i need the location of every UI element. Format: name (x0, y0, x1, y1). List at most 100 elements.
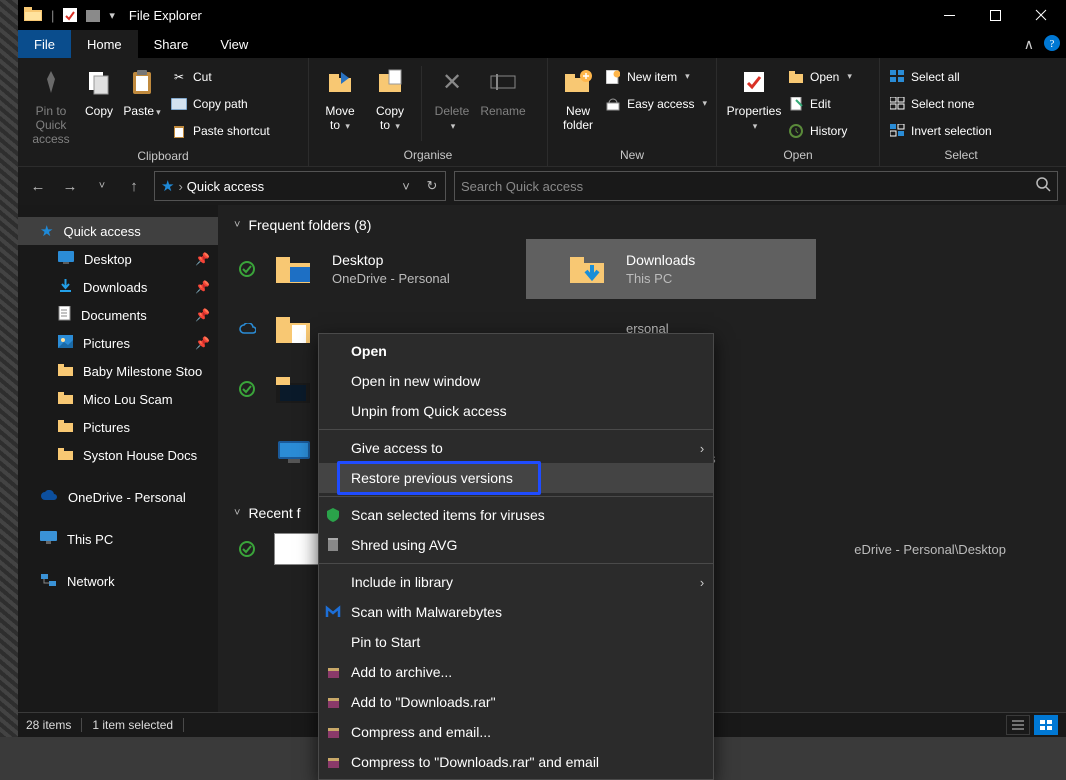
easy-access-button[interactable]: Easy access▾ (602, 91, 710, 116)
ribbon-group-open: Properties▾ Open▾ Edit History (717, 58, 880, 166)
status-item-count: 28 items (26, 718, 71, 732)
tab-file[interactable]: File (18, 30, 71, 58)
sidebar-item-desktop[interactable]: Desktop 📌 (18, 245, 218, 273)
sidebar-item-pictures-2[interactable]: Pictures (18, 413, 218, 441)
quick-access-icon: ★ (161, 177, 174, 195)
chevron-down-icon: ˅ (234, 219, 240, 231)
address-bar[interactable]: ★ › Quick access ˅ ↻ (154, 171, 446, 201)
details-view-button[interactable] (1006, 715, 1030, 735)
ctx-compress-rar-and-email[interactable]: Compress to "Downloads.rar" and email (319, 747, 713, 777)
ctx-compress-and-email[interactable]: Compress and email... (319, 717, 713, 747)
sidebar-item-downloads[interactable]: Downloads 📌 (18, 273, 218, 301)
pin-icon: 📌 (195, 252, 210, 266)
sidebar-item-network[interactable]: Network (18, 567, 218, 595)
paste-button[interactable]: Paste▾ (120, 62, 164, 118)
move-to-button[interactable]: Moveto ▾ (315, 62, 365, 132)
winrar-icon (319, 695, 347, 710)
folder-item-desktop[interactable]: Desktop OneDrive - Personal (232, 239, 522, 299)
select-none-button[interactable]: Select none (886, 91, 995, 116)
nav-recent-dropdown[interactable]: ˅ (90, 174, 114, 198)
sidebar-item-onedrive[interactable]: OneDrive - Personal (18, 483, 218, 511)
ribbon-group-label-new: New (554, 145, 710, 166)
delete-button[interactable]: ✕ Delete▾ (428, 62, 476, 132)
pin-to-quick-access-button[interactable]: Pin to Quickaccess (24, 62, 78, 146)
ctx-give-access-to[interactable]: Give access to› (319, 433, 713, 463)
ctx-shred-avg[interactable]: Shred using AVG (319, 530, 713, 560)
ctx-open[interactable]: Open (319, 336, 713, 366)
folder-item-downloads[interactable]: Downloads This PC (526, 239, 816, 299)
properties-button[interactable]: Properties▾ (723, 62, 785, 132)
copy-button[interactable]: Copy (78, 62, 120, 118)
qat-properties-icon[interactable] (63, 8, 77, 22)
ribbon-group-label-open: Open (723, 145, 873, 166)
open-button[interactable]: Open▾ (785, 64, 855, 89)
ctx-unpin-quick-access[interactable]: Unpin from Quick access (319, 396, 713, 426)
help-icon[interactable]: ? (1044, 35, 1060, 54)
pc-icon (270, 429, 318, 469)
maximize-button[interactable] (972, 0, 1018, 30)
folder-icon (58, 448, 73, 463)
new-item-button[interactable]: New item▾ (602, 64, 710, 89)
sidebar-item-mico-lou[interactable]: Mico Lou Scam (18, 385, 218, 413)
copy-path-button[interactable]: Copy path (168, 91, 273, 116)
rename-button[interactable]: Rename (476, 62, 530, 118)
nav-back-button[interactable]: ← (26, 174, 50, 198)
tab-share[interactable]: Share (138, 30, 205, 58)
folder-icon (58, 392, 73, 407)
nav-forward-button[interactable]: → (58, 174, 82, 198)
pin-icon: 📌 (195, 336, 210, 350)
select-all-button[interactable]: Select all (886, 64, 995, 89)
qat-new-folder-icon[interactable] (86, 8, 100, 22)
invert-selection-button[interactable]: Invert selection (886, 118, 995, 143)
folder-icon (270, 249, 318, 289)
ctx-open-new-window[interactable]: Open in new window (319, 366, 713, 396)
ribbon-group-new: Newfolder New item▾ Easy access▾ New (548, 58, 717, 166)
ribbon-group-clipboard: Pin to Quickaccess Copy Paste▾ ✂Cut Copy… (18, 58, 309, 166)
ctx-pin-to-start[interactable]: Pin to Start (319, 627, 713, 657)
frequent-folders-header[interactable]: ˅ Frequent folders (8) (218, 205, 1066, 239)
ctx-scan-malwarebytes[interactable]: Scan with Malwarebytes (319, 597, 713, 627)
sidebar-item-syston[interactable]: Syston House Docs (18, 441, 218, 469)
ctx-include-in-library[interactable]: Include in library› (319, 567, 713, 597)
ribbon-group-select: Select all Select none Invert selection … (880, 58, 1042, 166)
cloud-status-icon (238, 323, 256, 335)
star-icon: ★ (40, 222, 53, 240)
window-title: File Explorer (129, 8, 202, 23)
ctx-restore-previous-versions[interactable]: Restore previous versions (319, 463, 713, 493)
thumbnails-view-button[interactable] (1034, 715, 1058, 735)
pictures-icon (58, 335, 73, 351)
refresh-icon[interactable]: ↻ (419, 172, 445, 200)
close-button[interactable] (1018, 0, 1064, 30)
nav-up-button[interactable]: ↑ (122, 174, 146, 198)
edit-button[interactable]: Edit (785, 91, 855, 116)
malwarebytes-icon (319, 605, 347, 619)
app-icon (24, 7, 42, 23)
history-button[interactable]: History (785, 118, 855, 143)
search-input[interactable]: Search Quick access (454, 171, 1058, 201)
sync-status-icon (238, 381, 256, 397)
ribbon-collapse-icon[interactable]: ∧ (1024, 36, 1034, 53)
address-dropdown-icon[interactable]: ˅ (393, 172, 419, 200)
sidebar-item-documents[interactable]: Documents 📌 (18, 301, 218, 329)
sidebar-item-this-pc[interactable]: This PC (18, 525, 218, 553)
minimize-button[interactable] (926, 0, 972, 30)
status-selected-count: 1 item selected (92, 718, 173, 732)
ctx-add-to-downloads-rar[interactable]: Add to "Downloads.rar" (319, 687, 713, 717)
tab-home[interactable]: Home (71, 30, 138, 58)
folder-icon (58, 364, 73, 379)
qat-dropdown-icon[interactable]: ▾ (109, 9, 115, 22)
pin-icon: 📌 (195, 308, 210, 322)
ctx-add-to-archive[interactable]: Add to archive... (319, 657, 713, 687)
new-folder-button[interactable]: Newfolder (554, 62, 602, 132)
cut-button[interactable]: ✂Cut (168, 64, 273, 89)
sidebar-item-pictures[interactable]: Pictures 📌 (18, 329, 218, 357)
sidebar-item-quick-access[interactable]: ★ Quick access (18, 217, 218, 245)
copy-to-button[interactable]: Copyto ▾ (365, 62, 415, 132)
tab-view[interactable]: View (204, 30, 264, 58)
search-icon[interactable] (1036, 177, 1051, 195)
ctx-scan-viruses[interactable]: Scan selected items for viruses (319, 500, 713, 530)
sidebar-item-baby-milestone[interactable]: Baby Milestone Stoo (18, 357, 218, 385)
paste-shortcut-button[interactable]: Paste shortcut (168, 118, 273, 143)
avg-shred-icon (319, 537, 347, 553)
breadcrumb-root[interactable]: Quick access (187, 179, 264, 194)
